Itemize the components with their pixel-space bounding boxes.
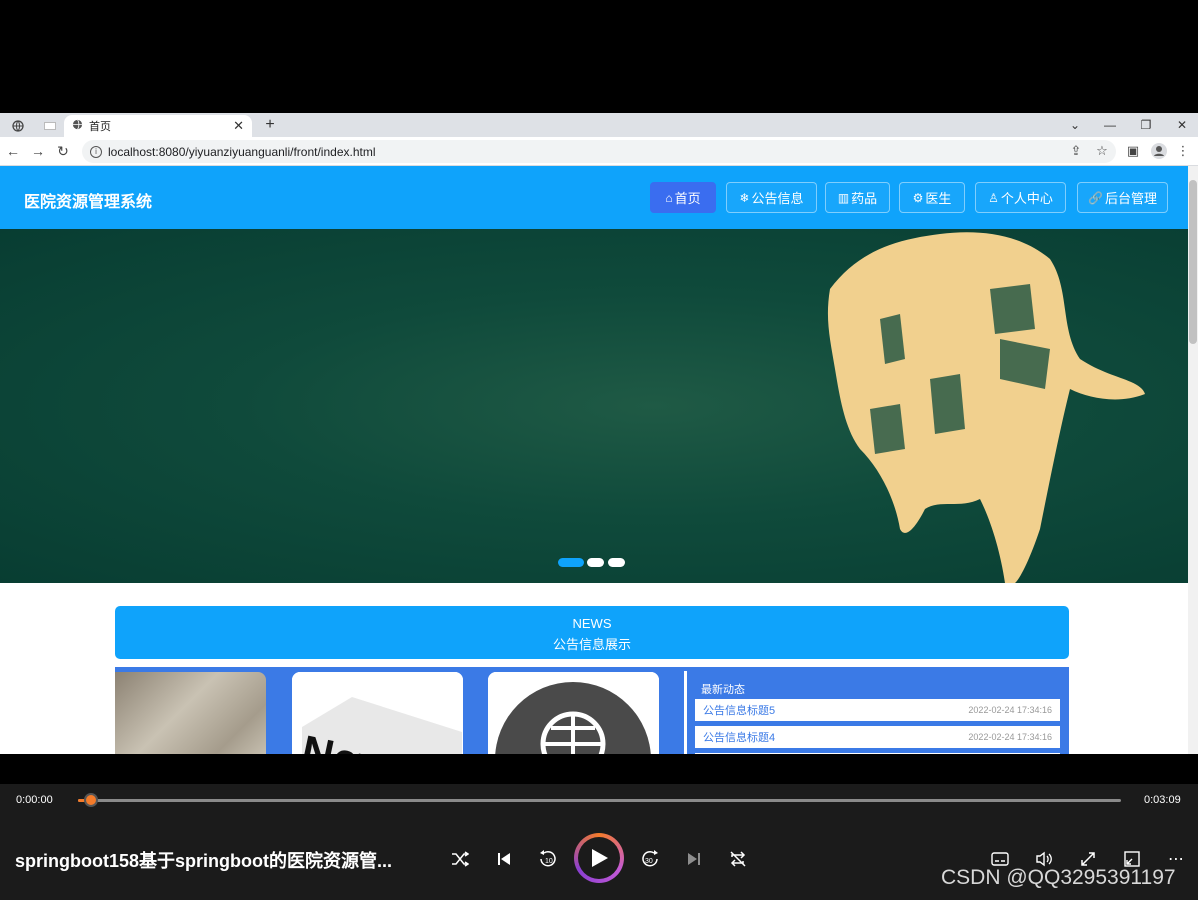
globe-icon[interactable] <box>4 116 32 136</box>
repeat-off-icon[interactable] <box>725 846 751 872</box>
latest-news-title-text: 公告信息标题4 <box>703 732 776 744</box>
restore-button[interactable]: ❐ <box>1131 115 1161 135</box>
pinned-tab-icon[interactable] <box>36 116 64 136</box>
previous-icon[interactable] <box>491 846 517 872</box>
shop-icon: ▥ <box>837 190 850 205</box>
news-title-cn: 公告信息展示 <box>552 637 631 652</box>
latest-news-title-text: 公告信息标题5 <box>703 705 776 717</box>
current-time: 0:00:00 <box>16 794 53 806</box>
globe-icon <box>72 119 83 133</box>
nav-home[interactable]: ⌂ 首页 <box>650 182 716 213</box>
menu-kebab-icon[interactable]: ⋮ <box>1172 141 1194 161</box>
user-icon: ♙ <box>988 190 999 205</box>
watermark-text: CSDN @QQ3295391197 <box>941 866 1176 889</box>
svg-text:30: 30 <box>645 858 653 865</box>
browser-tab-strip: 首页 ✕ + ⌄ — ❐ ✕ <box>0 113 1198 137</box>
home-icon: ⌂ <box>665 190 673 205</box>
latest-news-panel: 最新动态 公告信息标题5 2022-02-24 17:34:16 公告信息标题4… <box>684 671 1069 754</box>
scrollbar-thumb[interactable] <box>1189 180 1197 344</box>
address-bar[interactable]: i localhost:8080/yiyuanziyuanguanli/fron… <box>82 140 1116 163</box>
news-thumbnail-3[interactable] <box>488 672 659 754</box>
nav-doctor[interactable]: ⚙ 医生 <box>899 182 965 213</box>
share-icon[interactable]: ⇪ <box>1065 141 1087 161</box>
latest-news-date: 2022-02-24 17:34:16 <box>968 705 1052 715</box>
video-title: springboot158基于springboot的医院资源管... <box>15 851 392 871</box>
close-window-button[interactable]: ✕ <box>1167 115 1197 135</box>
nav-announcements[interactable]: ❄ 公告信息 <box>726 182 817 213</box>
next-icon[interactable] <box>681 846 707 872</box>
carousel-banner[interactable] <box>0 229 1188 583</box>
shuffle-icon[interactable] <box>447 846 473 872</box>
snowflake-icon: ❄ <box>739 190 750 205</box>
browser-toolbar: ← → ↻ i localhost:8080/yiyuanziyuanguanl… <box>0 137 1198 166</box>
carousel-dot-3[interactable] <box>608 558 625 567</box>
banner-basketball-players-image <box>827 232 1145 583</box>
forward-30-icon[interactable]: 30 <box>637 846 663 872</box>
latest-news-title: 最新动态 <box>701 684 745 696</box>
forward-button[interactable]: → <box>27 141 49 161</box>
news-section-body: New 最新动态 公告信息标题5 2022-02-24 17:34:16 公告信… <box>115 667 1069 754</box>
site-title: 医院资源管理系统 <box>24 194 153 211</box>
browser-tab-active[interactable]: 首页 ✕ <box>64 115 252 137</box>
reload-button[interactable]: ↻ <box>52 141 74 161</box>
link-icon: 🔗 <box>1088 190 1103 205</box>
site-header: 医院资源管理系统 ⌂ 首页 ❄ 公告信息 ▥ 药品 ⚙ 医生 ♙ 个人中心 🔗 后台管理 <box>0 166 1188 229</box>
carousel-dot-2[interactable] <box>587 558 604 567</box>
nav-medicine[interactable]: ▥ 药品 <box>825 182 890 213</box>
url-text: localhost:8080/yiyuanziyuanguanli/front/… <box>108 144 376 159</box>
sidebar-icon[interactable]: ▣ <box>1122 141 1144 161</box>
seek-bar[interactable] <box>78 799 1121 802</box>
info-icon[interactable]: i <box>90 145 102 158</box>
nav-personal-center[interactable]: ♙ 个人中心 <box>975 182 1066 213</box>
video-player-controls: 0:00:00 0:03:09 springboot158基于springboo… <box>0 754 1198 900</box>
back-button[interactable]: ← <box>2 141 24 161</box>
play-button[interactable] <box>574 833 624 883</box>
cog-icon: ⚙ <box>912 190 924 205</box>
page-viewport: 医院资源管理系统 ⌂ 首页 ❄ 公告信息 ▥ 药品 ⚙ 医生 ♙ 个人中心 🔗 后台管理 <box>0 166 1188 754</box>
news-title-en: NEWS <box>572 616 612 631</box>
minimize-button[interactable]: — <box>1095 115 1125 135</box>
news-thumbnail-1[interactable] <box>115 672 266 754</box>
news-section-header: NEWS 公告信息展示 <box>115 606 1069 659</box>
seek-handle[interactable] <box>84 793 98 807</box>
latest-news-row[interactable]: 公告信息标题4 2022-02-24 17:34:16 <box>695 726 1060 748</box>
page-scrollbar[interactable] <box>1188 166 1198 754</box>
chevron-down-icon[interactable]: ⌄ <box>1060 115 1090 135</box>
news-thumbnail-2[interactable]: New <box>292 672 463 754</box>
rewind-10-icon[interactable]: 10 <box>535 846 561 872</box>
newspaper-image: New <box>292 672 463 754</box>
play-icon <box>578 837 620 879</box>
latest-news-row[interactable]: 公告信息标题5 2022-02-24 17:34:16 <box>695 699 1060 721</box>
top-black-area <box>0 0 1198 113</box>
tab-title: 首页 <box>89 121 111 133</box>
svg-text:10: 10 <box>545 858 553 865</box>
close-tab-icon[interactable]: ✕ <box>233 118 244 134</box>
carousel-dot-1[interactable] <box>558 558 584 567</box>
globe-image <box>488 672 659 754</box>
profile-icon[interactable] <box>1148 141 1170 161</box>
bookmark-star-icon[interactable]: ☆ <box>1091 141 1113 161</box>
new-tab-button[interactable]: + <box>260 115 280 135</box>
nav-admin[interactable]: 🔗 后台管理 <box>1077 182 1168 213</box>
latest-news-date: 2022-02-24 17:34:16 <box>968 732 1052 742</box>
total-time: 0:03:09 <box>1144 794 1181 806</box>
